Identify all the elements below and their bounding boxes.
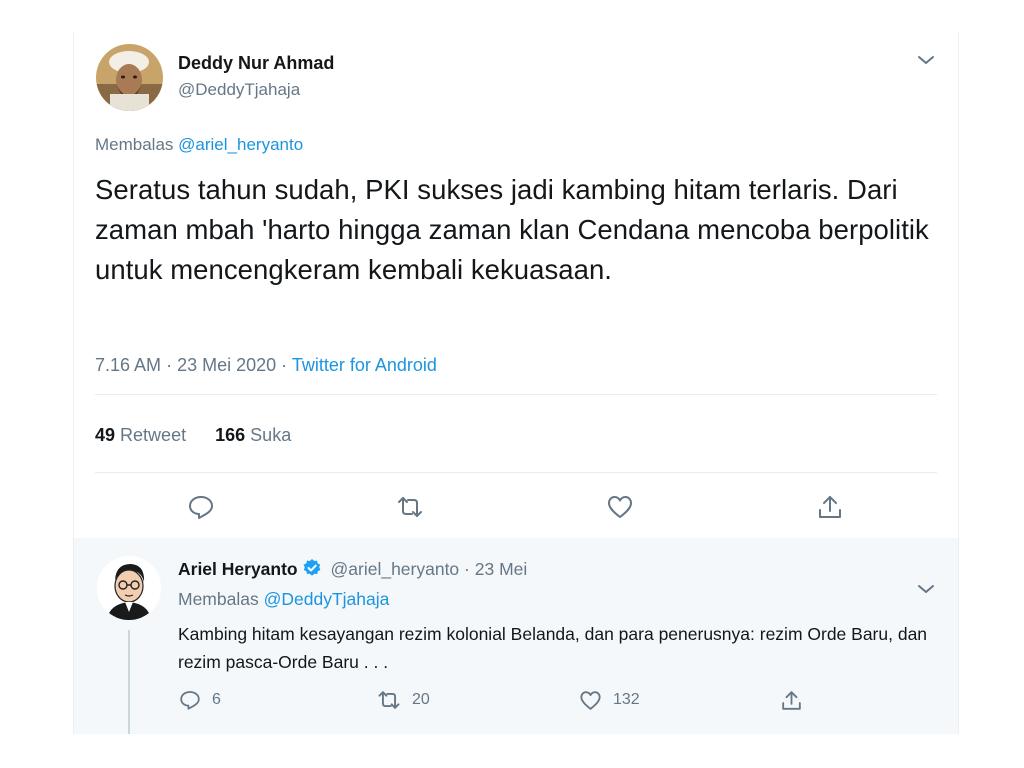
reply-share-button[interactable] xyxy=(779,686,804,714)
meta-separator: · xyxy=(281,355,288,375)
retweet-label: Retweet xyxy=(120,425,187,445)
verified-badge-icon xyxy=(302,558,322,583)
tweet-text: Seratus tahun sudah, PKI sukses jadi kam… xyxy=(95,174,929,285)
like-count: 132 xyxy=(613,691,640,708)
tweet-card: Deddy Nur Ahmad @DeddyTjahaja Membalas @… xyxy=(73,32,959,734)
chevron-down-icon[interactable] xyxy=(914,48,938,72)
retweet-count: 49 xyxy=(95,425,116,445)
reply-text: Kambing hitam kesayangan rezim kolonial … xyxy=(178,624,928,672)
like-count: 166 xyxy=(215,425,246,445)
heart-icon xyxy=(580,690,601,710)
meta-separator: · xyxy=(166,355,173,375)
share-button[interactable] xyxy=(815,492,845,522)
reply-author-name[interactable]: Ariel Heryanto xyxy=(178,559,298,579)
author-name[interactable]: Deddy Nur Ahmad xyxy=(178,53,334,74)
reply-reply-button[interactable]: 6 xyxy=(178,686,221,714)
reply-date[interactable]: 23 Mei xyxy=(475,559,528,579)
retweet-stat[interactable]: 49 Retweet xyxy=(95,425,186,445)
replying-to-label: Membalas xyxy=(178,589,259,609)
share-upload-icon xyxy=(782,690,801,710)
thread-line xyxy=(128,630,130,734)
replying-to-label: Membalas xyxy=(95,135,174,154)
heart-icon xyxy=(608,496,632,518)
reply-mention-link[interactable]: @DeddyTjahaja xyxy=(264,589,390,609)
tweet-date[interactable]: 23 Mei 2020 xyxy=(177,355,276,375)
reply-header: Ariel Heryanto @ariel_heryanto · 23 Mei xyxy=(178,558,527,583)
author-avatar[interactable] xyxy=(96,44,163,111)
reply-mention-link[interactable]: @ariel_heryanto xyxy=(178,135,303,154)
retweet-count: 20 xyxy=(412,691,430,708)
tweet-time[interactable]: 7.16 AM xyxy=(95,355,161,375)
like-label: Suka xyxy=(250,425,292,445)
like-stat[interactable]: 166 Suka xyxy=(215,425,291,445)
author-handle[interactable]: @DeddyTjahaja xyxy=(178,80,300,100)
speech-bubble-icon xyxy=(189,496,213,519)
reply-count: 6 xyxy=(212,691,221,708)
reply-tweet[interactable]: Ariel Heryanto @ariel_heryanto · 23 Mei … xyxy=(74,538,958,734)
retweet-arrows-icon xyxy=(378,691,400,709)
reply-button[interactable] xyxy=(186,492,216,522)
tweet-stats: 49 Retweet 166 Suka xyxy=(95,425,315,446)
reply-retweet-button[interactable]: 20 xyxy=(376,686,430,714)
reply-replying-to: Membalas @DeddyTjahaja xyxy=(178,589,389,610)
speech-bubble-icon xyxy=(180,691,200,710)
retweet-button[interactable] xyxy=(395,492,425,522)
like-button[interactable] xyxy=(605,492,635,522)
tweet-meta: 7.16 AM · 23 Mei 2020 · Twitter for Andr… xyxy=(95,355,437,376)
reply-like-button[interactable]: 132 xyxy=(578,686,640,714)
share-upload-icon xyxy=(819,496,841,518)
chevron-down-icon[interactable] xyxy=(914,585,938,612)
reply-author-handle[interactable]: @ariel_heryanto xyxy=(331,559,460,579)
retweet-arrows-icon xyxy=(398,497,422,517)
reply-author-avatar[interactable] xyxy=(97,556,161,620)
divider xyxy=(95,472,937,473)
meta-separator: · xyxy=(464,559,470,579)
tweet-source-link[interactable]: Twitter for Android xyxy=(292,355,437,375)
replying-to: Membalas @ariel_heryanto xyxy=(95,135,303,155)
divider xyxy=(95,394,937,395)
main-tweet: Deddy Nur Ahmad @DeddyTjahaja Membalas @… xyxy=(74,32,958,538)
